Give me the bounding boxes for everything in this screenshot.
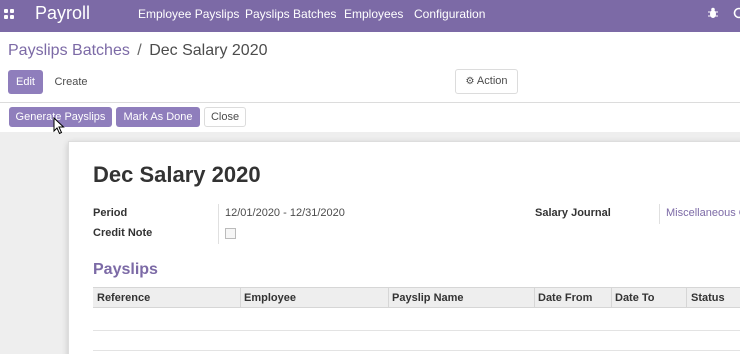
column-separator: [611, 288, 612, 307]
salary-journal-label: Salary Journal: [535, 207, 611, 219]
chat-icon[interactable]: [733, 7, 740, 22]
table-row: [93, 330, 740, 331]
mouse-cursor-icon: [53, 116, 65, 140]
column-payslip-name[interactable]: Payslip Name: [392, 292, 464, 304]
menu-configuration[interactable]: Configuration: [414, 7, 485, 21]
app-brand[interactable]: Payroll: [35, 3, 90, 24]
record-title: Dec Salary 2020: [93, 162, 261, 187]
menu-payslips-batches[interactable]: Payslips Batches: [245, 7, 336, 21]
create-button[interactable]: Create: [50, 71, 92, 93]
column-separator: [388, 288, 389, 307]
gear-icon: ⚙: [465, 76, 475, 87]
column-date-from[interactable]: Date From: [538, 292, 592, 304]
mark-as-done-button[interactable]: Mark As Done: [116, 107, 200, 127]
period-label: Period: [93, 207, 128, 219]
payslips-table-header: Reference Employee Payslip Name Date Fro…: [93, 287, 740, 308]
breadcrumb-current: Dec Salary 2020: [149, 42, 268, 59]
field-separator: [218, 204, 219, 244]
payslips-section-title: Payslips: [93, 261, 158, 278]
column-date-to[interactable]: Date To: [615, 292, 655, 304]
breadcrumb: Payslips Batches / Dec Salary 2020: [8, 42, 268, 60]
action-dropdown-button[interactable]: ⚙ Action: [455, 69, 518, 94]
edit-button[interactable]: Edit: [8, 70, 43, 94]
breadcrumb-separator: /: [137, 42, 142, 59]
field-separator: [659, 204, 660, 224]
column-employee[interactable]: Employee: [244, 292, 296, 304]
action-label: Action: [476, 75, 508, 87]
debug-bug-icon[interactable]: [707, 7, 719, 22]
credit-note-checkbox[interactable]: [225, 228, 236, 239]
menu-employees[interactable]: Employees: [344, 7, 403, 21]
table-row: [93, 350, 740, 351]
salary-journal-value[interactable]: Miscellaneous O: [666, 207, 740, 219]
credit-note-label: Credit Note: [93, 227, 153, 239]
column-separator: [534, 288, 535, 307]
breadcrumb-parent[interactable]: Payslips Batches: [8, 42, 130, 59]
top-navbar: Payroll Employee Payslips Payslips Batch…: [0, 0, 740, 32]
menu-employee-payslips[interactable]: Employee Payslips: [138, 7, 239, 21]
column-separator: [240, 288, 241, 307]
close-button[interactable]: Close: [204, 107, 246, 127]
period-value: 12/01/2020 - 12/31/2020: [225, 207, 345, 219]
column-reference[interactable]: Reference: [97, 292, 150, 304]
column-status[interactable]: Status: [691, 292, 725, 304]
apps-menu-icon[interactable]: [4, 9, 16, 21]
column-separator: [686, 288, 687, 307]
